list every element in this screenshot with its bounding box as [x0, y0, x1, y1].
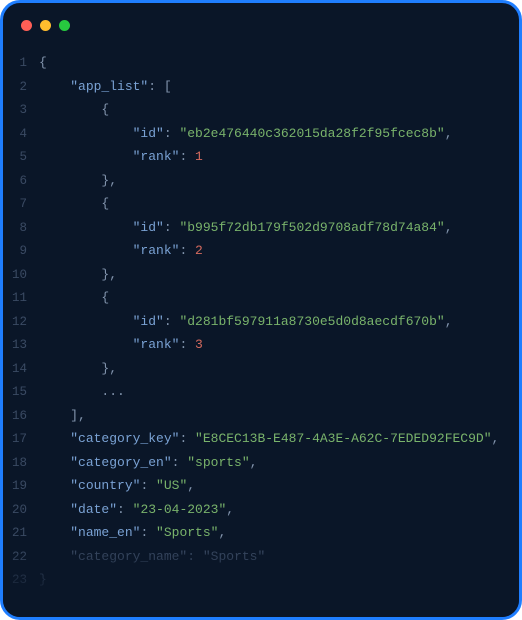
line-number: 12: [3, 311, 39, 335]
code-content: }: [39, 568, 47, 592]
line-number: 3: [3, 99, 39, 123]
code-line: 12 "id": "d281bf597911a8730e5d0d8aecdf67…: [3, 310, 519, 334]
code-content: "category_key": "E8CEC13B-E487-4A3E-A62C…: [39, 427, 499, 451]
code-line: 20 "date": "23-04-2023",: [3, 498, 519, 522]
code-content: "rank": 3: [39, 333, 203, 357]
code-line: 3 {: [3, 98, 519, 122]
code-content: "category_name": "Sports": [39, 545, 265, 569]
code-content: },: [39, 263, 117, 287]
line-number: 15: [3, 381, 39, 405]
line-number: 8: [3, 217, 39, 241]
code-content: {: [39, 192, 109, 216]
code-content: "rank": 2: [39, 239, 203, 263]
code-line: 2 "app_list": [: [3, 75, 519, 99]
code-line: 16 ],: [3, 404, 519, 428]
code-content: "country": "US",: [39, 474, 195, 498]
code-line: 18 "category_en": "sports",: [3, 451, 519, 475]
code-line: 22 "category_name": "Sports": [3, 545, 519, 569]
code-line: 8 "id": "b995f72db179f502d9708adf78d74a8…: [3, 216, 519, 240]
code-line: 9 "rank": 2: [3, 239, 519, 263]
code-content: "category_en": "sports",: [39, 451, 257, 475]
code-line: 1{: [3, 51, 519, 75]
close-icon[interactable]: [21, 20, 32, 31]
code-area[interactable]: 1{2 "app_list": [3 {4 "id": "eb2e476440c…: [3, 47, 519, 617]
line-number: 17: [3, 428, 39, 452]
code-line: 6 },: [3, 169, 519, 193]
code-content: {: [39, 286, 109, 310]
line-number: 11: [3, 287, 39, 311]
line-number: 21: [3, 522, 39, 546]
code-content: "name_en": "Sports",: [39, 521, 226, 545]
code-line: 17 "category_key": "E8CEC13B-E487-4A3E-A…: [3, 427, 519, 451]
code-line: 10 },: [3, 263, 519, 287]
code-line: 15 ...: [3, 380, 519, 404]
code-content: "id": "b995f72db179f502d9708adf78d74a84"…: [39, 216, 453, 240]
code-content: ],: [39, 404, 86, 428]
code-line: 13 "rank": 3: [3, 333, 519, 357]
code-line: 7 {: [3, 192, 519, 216]
line-number: 23: [3, 569, 39, 593]
line-number: 19: [3, 475, 39, 499]
line-number: 4: [3, 123, 39, 147]
line-number: 20: [3, 499, 39, 523]
code-content: "app_list": [: [39, 75, 172, 99]
code-line: 23}: [3, 568, 519, 592]
line-number: 13: [3, 334, 39, 358]
code-line: 5 "rank": 1: [3, 145, 519, 169]
code-lines: 1{2 "app_list": [3 {4 "id": "eb2e476440c…: [3, 51, 519, 592]
code-window: 1{2 "app_list": [3 {4 "id": "eb2e476440c…: [0, 0, 522, 620]
line-number: 22: [3, 546, 39, 570]
line-number: 5: [3, 146, 39, 170]
line-number: 10: [3, 264, 39, 288]
code-content: "rank": 1: [39, 145, 203, 169]
line-number: 16: [3, 405, 39, 429]
line-number: 1: [3, 52, 39, 76]
code-line: 11 {: [3, 286, 519, 310]
titlebar: [3, 3, 519, 47]
line-number: 6: [3, 170, 39, 194]
code-content: },: [39, 357, 117, 381]
line-number: 7: [3, 193, 39, 217]
code-content: "date": "23-04-2023",: [39, 498, 234, 522]
code-line: 21 "name_en": "Sports",: [3, 521, 519, 545]
line-number: 14: [3, 358, 39, 382]
maximize-icon[interactable]: [59, 20, 70, 31]
code-line: 4 "id": "eb2e476440c362015da28f2f95fcec8…: [3, 122, 519, 146]
code-content: {: [39, 51, 47, 75]
code-line: 19 "country": "US",: [3, 474, 519, 498]
code-content: "id": "d281bf597911a8730e5d0d8aecdf670b"…: [39, 310, 453, 334]
line-number: 2: [3, 76, 39, 100]
line-number: 18: [3, 452, 39, 476]
code-line: 14 },: [3, 357, 519, 381]
line-number: 9: [3, 240, 39, 264]
code-content: "id": "eb2e476440c362015da28f2f95fcec8b"…: [39, 122, 453, 146]
code-content: ...: [39, 380, 125, 404]
minimize-icon[interactable]: [40, 20, 51, 31]
code-content: },: [39, 169, 117, 193]
code-content: {: [39, 98, 109, 122]
